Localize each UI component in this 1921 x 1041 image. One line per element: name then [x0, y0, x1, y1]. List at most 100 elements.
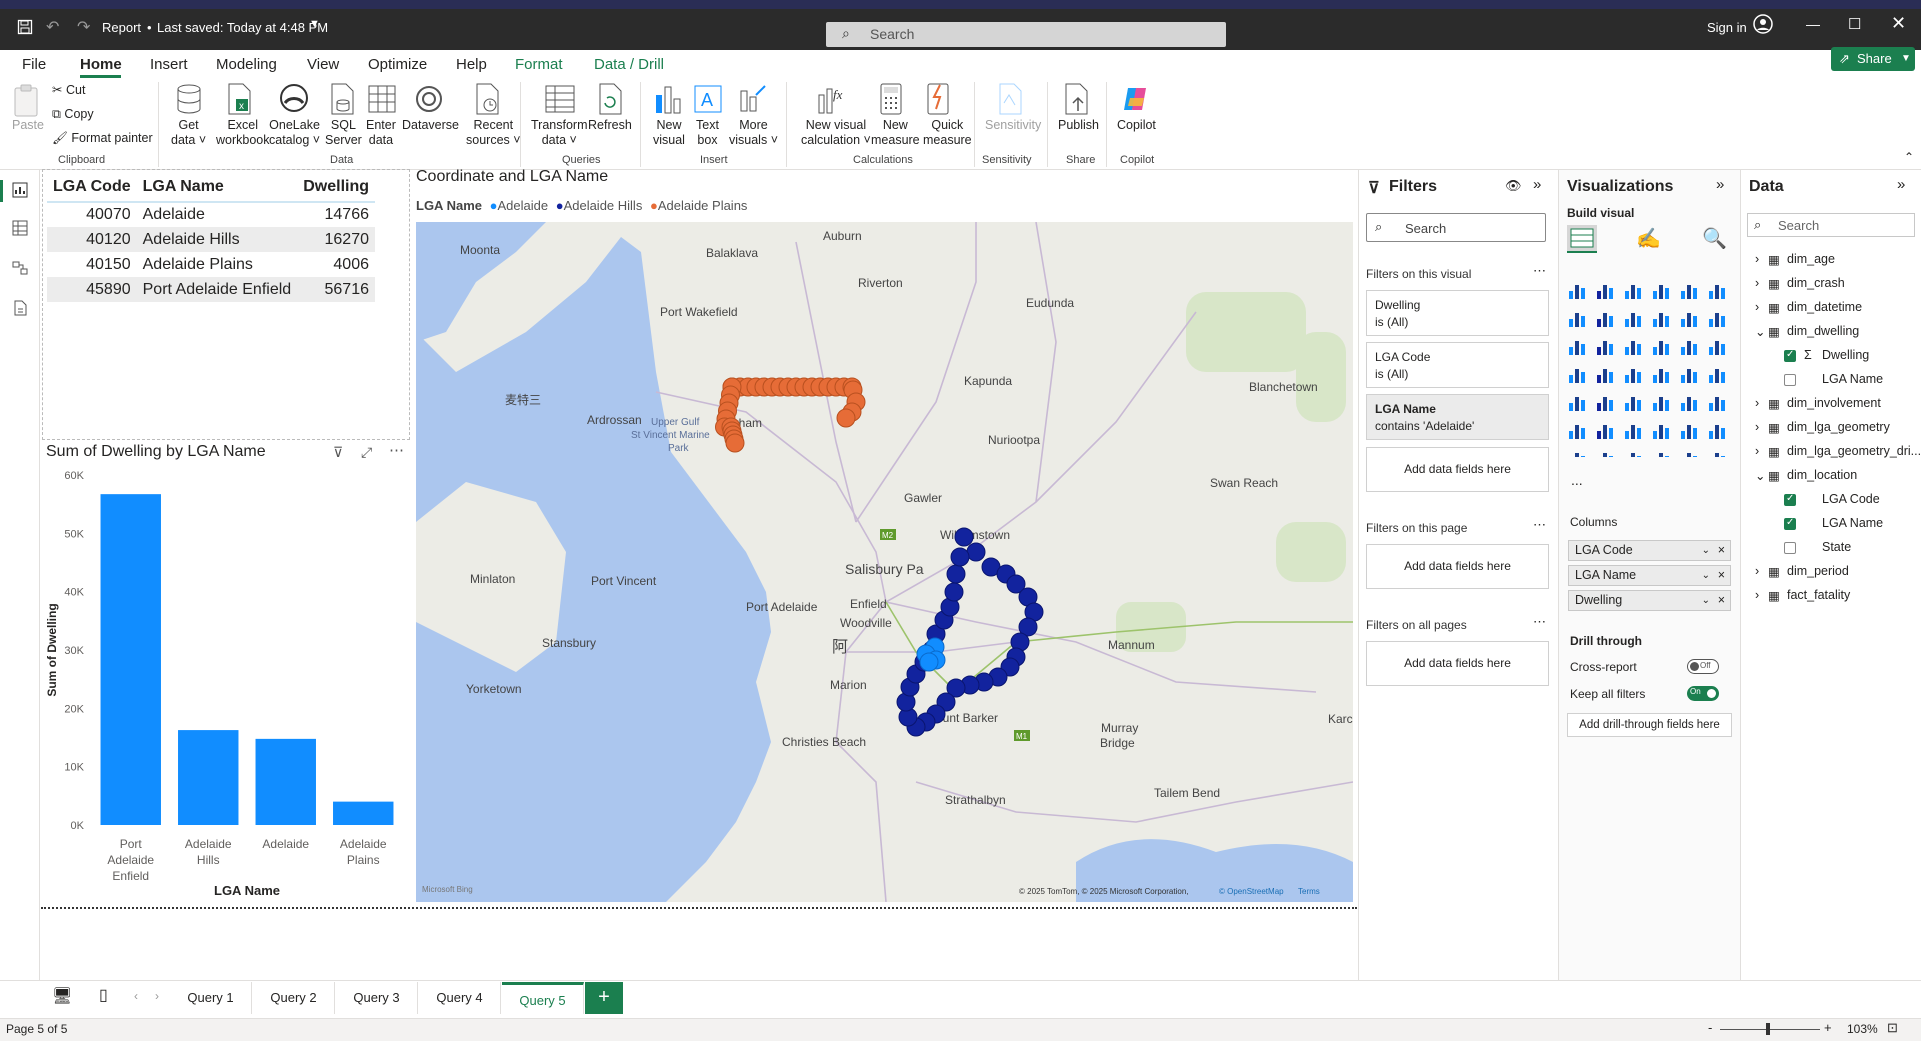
chevron-down-icon[interactable]: ⌄: [1702, 591, 1710, 610]
table-row[interactable]: 40070 Adelaide 14766: [47, 202, 375, 227]
visual-type-icon[interactable]: [1569, 285, 1585, 299]
new-measure-button[interactable]: New measure: [871, 118, 920, 148]
field-checkbox[interactable]: [1784, 542, 1796, 554]
menu-home[interactable]: Home: [80, 56, 122, 73]
bar[interactable]: [255, 738, 316, 825]
more-visuals-button[interactable]: More visuals ˅: [729, 118, 778, 148]
mobile-layout-icon[interactable]: ▯: [99, 985, 108, 1005]
menu-optimize[interactable]: Optimize: [368, 56, 427, 73]
data-table-item[interactable]: dim_lga_geometry: [1787, 420, 1890, 434]
visual-type-icon[interactable]: [1681, 341, 1697, 355]
collapse-filters-icon[interactable]: »: [1533, 176, 1541, 193]
more-visuals-ellipsis[interactable]: ...: [1571, 472, 1583, 488]
visual-type-icon[interactable]: [1569, 341, 1585, 355]
visual-type-icon[interactable]: [1709, 341, 1725, 355]
visual-type-icon[interactable]: [1653, 341, 1669, 355]
map-point[interactable]: [725, 433, 745, 453]
visual-type-icon[interactable]: [1653, 285, 1669, 299]
more-options-icon[interactable]: ⋯: [1533, 263, 1546, 279]
chevron-right-icon[interactable]: ›: [1755, 276, 1759, 290]
visual-type-icon[interactable]: [1597, 313, 1613, 327]
menu-data-drill[interactable]: Data / Drill: [594, 56, 664, 73]
filter-card-lga-name[interactable]: LGA Name contains 'Adelaide': [1366, 394, 1549, 440]
sign-in-link[interactable]: Sign in: [1707, 20, 1747, 35]
paste-button[interactable]: Paste: [12, 118, 44, 133]
menu-insert[interactable]: Insert: [150, 56, 188, 73]
filter-icon[interactable]: ⊽: [333, 444, 343, 461]
page-tab-query-3[interactable]: Query 3: [336, 982, 418, 1014]
format-visual-icon[interactable]: ✍: [1636, 226, 1661, 251]
add-data-fields-all-pages[interactable]: Add data fields here: [1366, 641, 1549, 686]
osm-link[interactable]: © OpenStreetMap: [1219, 887, 1284, 896]
visual-type-icon[interactable]: [1625, 425, 1641, 439]
table-row[interactable]: 40150 Adelaide Plains 4006: [47, 252, 375, 277]
fit-to-page-icon[interactable]: ⊡: [1887, 1020, 1898, 1036]
remove-icon[interactable]: ×: [1718, 566, 1725, 585]
table-row[interactable]: 40120 Adelaide Hills 16270: [47, 227, 375, 252]
model-view-icon[interactable]: [12, 260, 28, 276]
account-icon[interactable]: [1753, 14, 1773, 34]
map-point[interactable]: [944, 582, 964, 602]
excel-workbook-button[interactable]: Excel workbook: [216, 118, 270, 148]
publish-button[interactable]: Publish: [1058, 118, 1099, 133]
visual-type-icon[interactable]: [1681, 369, 1697, 383]
add-data-fields-page[interactable]: Add data fields here: [1366, 544, 1549, 589]
visual-type-icon[interactable]: [1709, 397, 1725, 411]
remove-icon[interactable]: ×: [1718, 591, 1725, 610]
zoom-slider[interactable]: [1720, 1029, 1820, 1030]
new-visual-calculation-button[interactable]: New visual calculation ˅: [801, 118, 871, 148]
visual-type-icon[interactable]: [1597, 369, 1613, 383]
field-checkbox[interactable]: [1784, 374, 1796, 386]
chevron-right-icon[interactable]: ›: [1755, 396, 1759, 410]
visual-type-icon[interactable]: [1625, 341, 1641, 355]
chevron-right-icon[interactable]: ›: [1755, 444, 1759, 458]
data-field-item[interactable]: LGA Name: [1822, 516, 1883, 530]
visual-type-icon[interactable]: [1569, 425, 1585, 439]
chevron-right-icon[interactable]: ›: [1755, 420, 1759, 434]
data-table-item[interactable]: fact_fatality: [1787, 588, 1850, 602]
refresh-button[interactable]: Refresh: [588, 118, 632, 133]
bar[interactable]: [333, 801, 394, 825]
menu-format[interactable]: Format: [515, 56, 563, 73]
data-table-item[interactable]: dim_location: [1787, 468, 1857, 482]
data-table-item[interactable]: dim_crash: [1787, 276, 1845, 290]
field-well-lga-code[interactable]: LGA Code ⌄ ×: [1568, 540, 1731, 561]
map-point[interactable]: [836, 408, 856, 428]
visual-type-icon[interactable]: [1709, 453, 1725, 457]
cut-button[interactable]: ✂ Cut: [52, 83, 85, 98]
map-point[interactable]: [919, 652, 939, 672]
visual-type-icon[interactable]: [1625, 369, 1641, 383]
focus-mode-icon[interactable]: ⤢: [361, 444, 372, 461]
column-header-lga-code[interactable]: LGA Code: [47, 172, 137, 203]
page-tab-query-1[interactable]: Query 1: [170, 982, 252, 1014]
more-options-icon[interactable]: ⋯: [1533, 517, 1546, 533]
visual-type-icon[interactable]: [1625, 313, 1641, 327]
field-checkbox[interactable]: [1784, 493, 1796, 506]
format-painter-button[interactable]: 🖌 Format painter: [52, 131, 153, 146]
visual-type-icon[interactable]: [1653, 313, 1669, 327]
visual-type-icon[interactable]: [1653, 453, 1669, 457]
data-table-item[interactable]: dim_dwelling: [1787, 324, 1859, 338]
onelake-catalog-button[interactable]: OneLake catalog ˅: [269, 118, 320, 148]
map-point[interactable]: [950, 547, 970, 567]
menu-file[interactable]: File: [22, 56, 46, 73]
share-button[interactable]: ⇗ Share ▼: [1831, 47, 1915, 71]
collapse-ribbon-icon[interactable]: ⌃: [1904, 150, 1914, 164]
visual-type-icon[interactable]: [1681, 425, 1697, 439]
add-drill-through-fields[interactable]: Add drill-through fields here: [1567, 713, 1732, 737]
data-table-item[interactable]: dim_period: [1787, 564, 1849, 578]
table-row[interactable]: 45890 Port Adelaide Enfield 56716: [47, 277, 375, 302]
visual-type-icon[interactable]: [1709, 425, 1725, 439]
map-point[interactable]: [946, 564, 966, 584]
visual-type-icon[interactable]: [1597, 285, 1613, 299]
bar[interactable]: [100, 494, 161, 825]
filter-card-dwelling[interactable]: Dwelling is (All): [1366, 290, 1549, 336]
data-field-item[interactable]: State: [1822, 540, 1851, 554]
analytics-icon[interactable]: 🔍: [1702, 226, 1727, 251]
visual-type-icon[interactable]: [1625, 285, 1641, 299]
map-visual[interactable]: Moonta Auburn Balaklava Riverton Eudunda…: [416, 222, 1353, 902]
data-table-item[interactable]: dim_datetime: [1787, 300, 1862, 314]
filter-card-lga-code[interactable]: LGA Code is (All): [1366, 342, 1549, 388]
column-header-dwelling[interactable]: Dwelling: [297, 172, 375, 203]
text-box-button[interactable]: Text box: [696, 118, 719, 148]
